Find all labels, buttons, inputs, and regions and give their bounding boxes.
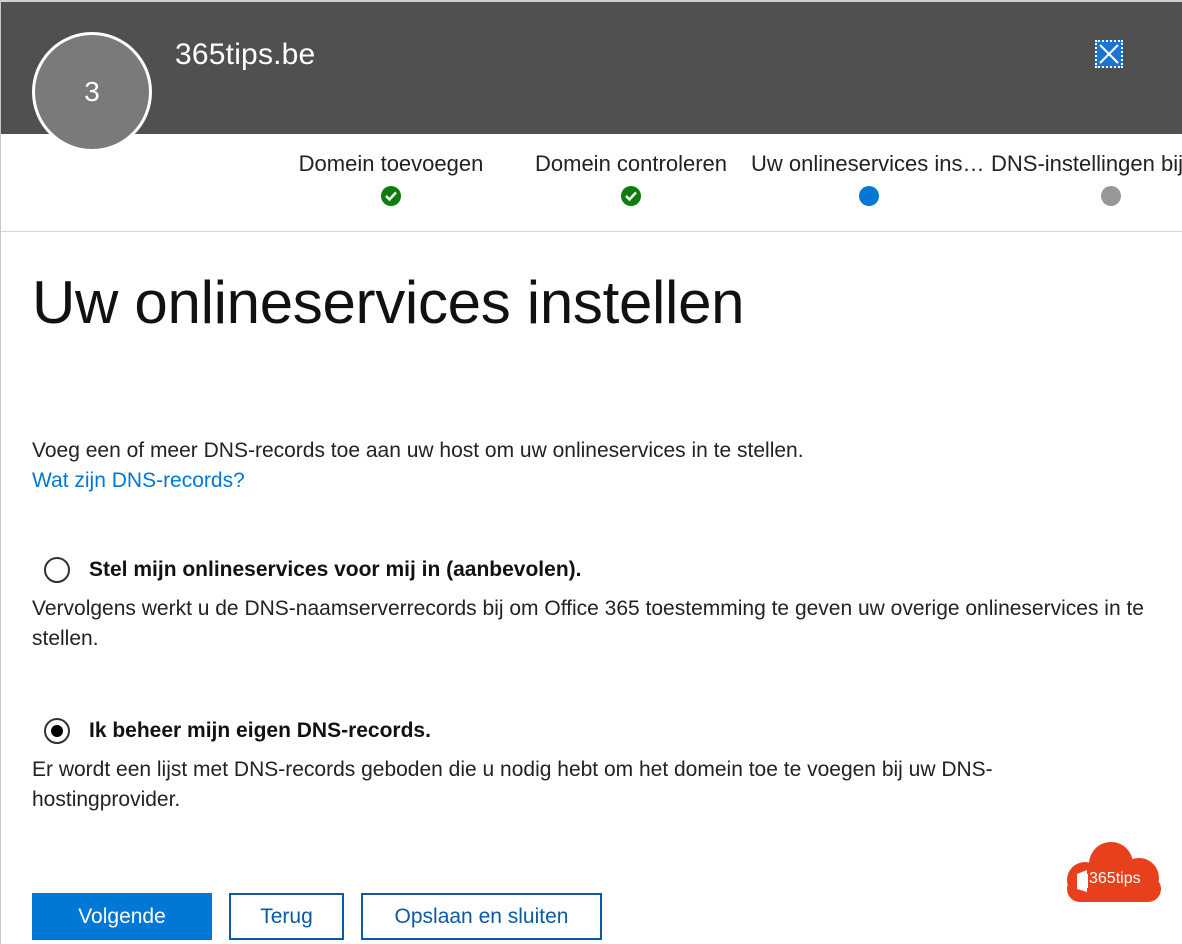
option-description: Er wordt een lijst met DNS-records gebod… bbox=[32, 755, 993, 815]
option-label: Stel mijn onlineservices voor mij in (aa… bbox=[89, 558, 582, 581]
wizard-header: 365tips.be bbox=[1, 0, 1182, 134]
pending-step-dot-icon bbox=[1101, 186, 1121, 206]
dns-records-help-link[interactable]: Wat zijn DNS-records? bbox=[32, 466, 245, 496]
close-icon bbox=[1099, 44, 1119, 64]
radio-manage-own-dns[interactable] bbox=[44, 718, 70, 744]
step-label: Domein toevoegen bbox=[298, 151, 484, 176]
check-icon bbox=[381, 186, 401, 206]
step-verify-domain: Domein controleren bbox=[511, 150, 751, 206]
description-line: Vervolgens werkt u de DNS-naamserverreco… bbox=[32, 597, 1144, 620]
365tips-logo: 365tips bbox=[1059, 840, 1163, 906]
intro-text: Voeg een of meer DNS-records toe aan uw … bbox=[32, 439, 804, 462]
description-line: Er wordt een lijst met DNS-records gebod… bbox=[32, 758, 993, 781]
logo-text: 365tips bbox=[1089, 870, 1141, 887]
check-icon bbox=[621, 186, 641, 206]
step-number-avatar: 3 bbox=[32, 32, 152, 152]
current-step-dot-icon bbox=[859, 186, 879, 206]
step-add-domain: Domein toevoegen bbox=[271, 150, 511, 206]
next-button[interactable]: Volgende bbox=[32, 893, 212, 940]
close-button[interactable] bbox=[1095, 40, 1123, 68]
brand-title: 365tips.be bbox=[175, 38, 316, 71]
step-label: Uw onlineservices instellen bbox=[751, 151, 987, 176]
step-label: Domein controleren bbox=[535, 151, 727, 176]
setup-wizard-window: 365tips.be 3 Domein toevoegen Domein con… bbox=[0, 0, 1182, 944]
page-title: Uw onlineservices instellen bbox=[32, 269, 745, 336]
back-button[interactable]: Terug bbox=[229, 893, 344, 940]
save-and-close-button[interactable]: Opslaan en sluiten bbox=[361, 893, 602, 940]
step-update-dns: DNS-instellingen bijwerken bbox=[991, 150, 1182, 206]
option-description: Vervolgens werkt u de DNS-naamserverreco… bbox=[32, 594, 1144, 654]
description-line: hostingprovider. bbox=[32, 788, 181, 811]
step-setup-services: Uw onlineservices instellen bbox=[751, 150, 987, 206]
step-label: DNS-instellingen bijwerken bbox=[991, 151, 1182, 176]
radio-auto-setup[interactable] bbox=[44, 557, 70, 583]
wizard-progress: Domein toevoegen Domein controleren Uw o… bbox=[1, 134, 1182, 232]
option-label: Ik beheer mijn eigen DNS-records. bbox=[89, 719, 431, 742]
description-line: stellen. bbox=[32, 627, 99, 650]
